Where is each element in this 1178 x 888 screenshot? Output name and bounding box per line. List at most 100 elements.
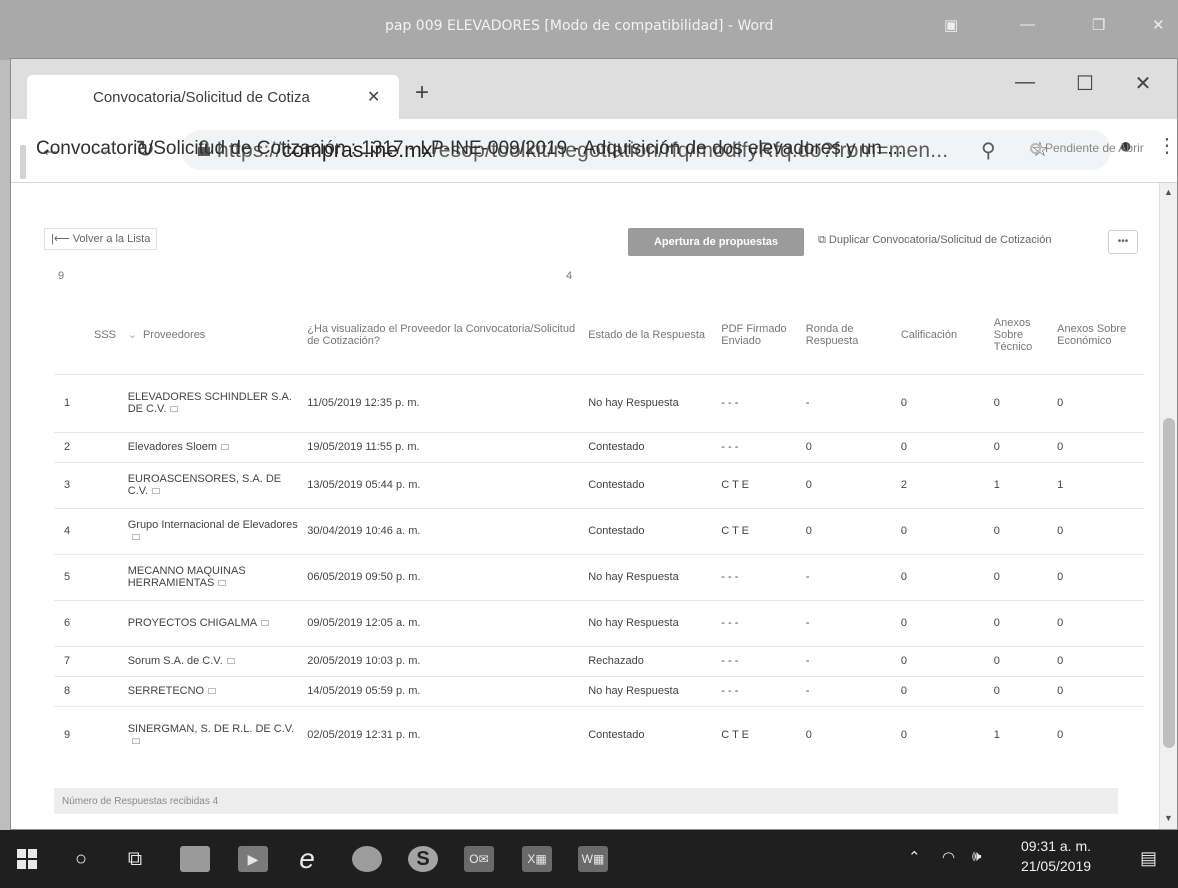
cell-estado: No hay Respuesta — [584, 373, 718, 432]
cell-proveedor[interactable]: EUROASCENSORES, S.A. DE C.V. — [123, 461, 304, 508]
scroll-down-icon[interactable]: ▼ — [1164, 813, 1173, 823]
file-explorer-icon[interactable] — [180, 846, 210, 872]
scroll-up-icon[interactable]: ▲ — [1164, 187, 1173, 197]
table-row[interactable]: 8 SERRETECNO 14/05/2019 05:59 p. m. No h… — [54, 675, 1144, 706]
browser-close-icon[interactable]: ✕ — [1123, 71, 1163, 96]
responses-footer: Número de Respuestas recibidas 4 — [54, 788, 1118, 814]
cell-calificacion: 0 — [896, 645, 990, 676]
external-link-icon[interactable] — [261, 620, 270, 626]
external-link-icon[interactable] — [221, 444, 229, 450]
word-minimize-icon[interactable]: — — [1020, 16, 1035, 33]
cortana-search-icon[interactable]: ○ — [66, 846, 96, 872]
word-close-icon[interactable]: ✕ — [1152, 16, 1165, 34]
browser-maximize-icon[interactable]: ☐ — [1065, 71, 1105, 96]
word-icon[interactable]: W▦ — [578, 846, 608, 872]
word-restore-icon[interactable]: ❐ — [1092, 16, 1105, 34]
browser-minimize-icon[interactable]: — — [1005, 71, 1045, 94]
external-link-icon[interactable] — [152, 488, 161, 494]
col-estado[interactable]: Estado de la Respuesta — [584, 296, 717, 374]
media-player-icon[interactable]: ▶ — [238, 846, 268, 872]
chrome-icon[interactable] — [352, 846, 382, 872]
supplier-link[interactable]: EUROASCENSORES, S.A. DE C.V. — [128, 473, 281, 497]
internet-explorer-icon[interactable]: e — [292, 845, 322, 873]
system-clock[interactable]: 09:31 a. m. 21/05/2019 — [1018, 836, 1094, 876]
cell-pdf: C T E — [717, 461, 802, 508]
col-visualizado[interactable]: ¿Ha visualizado el Proveedor la Convocat… — [303, 296, 584, 374]
cell-pdf: - - - — [717, 645, 802, 676]
skype-icon[interactable]: S — [408, 846, 438, 872]
cell-proveedor[interactable]: MECANNO MAQUINAS HERRAMIENTAS — [123, 553, 304, 600]
cell-proveedor[interactable]: ELEVADORES SCHINDLER S.A. DE C.V. — [123, 373, 304, 432]
external-link-icon[interactable] — [218, 580, 227, 586]
col-sss[interactable]: SSS — [54, 296, 124, 374]
more-options-button[interactable]: ••• — [1108, 230, 1138, 254]
supplier-link[interactable]: SERRETECNO — [128, 685, 204, 697]
notifications-icon[interactable]: ▤ — [1140, 848, 1157, 869]
new-tab-icon[interactable]: + — [415, 79, 429, 107]
wifi-icon[interactable]: ◠ — [942, 848, 955, 866]
table-row[interactable]: 7 Sorum S.A. de C.V. 20/05/2019 10:03 p.… — [54, 645, 1144, 676]
supplier-link[interactable]: Grupo Internacional de Elevadores — [128, 519, 298, 531]
pending-status-icon — [1030, 143, 1041, 154]
col-anexos-economico[interactable]: Anexos Sobre Económico — [1053, 296, 1144, 374]
volume-icon[interactable]: 🕪 — [972, 848, 981, 865]
external-link-icon[interactable] — [226, 658, 235, 664]
scrollbar-thumb[interactable] — [1163, 418, 1175, 748]
supplier-link[interactable]: Elevadores Sloem — [128, 441, 217, 453]
zoom-icon[interactable]: ⚲ — [981, 138, 996, 163]
table-row[interactable]: 9 SINERGMAN, S. DE R.L. DE C.V. 02/05/20… — [54, 705, 1144, 764]
cell-proveedor[interactable]: Sorum S.A. de C.V. — [123, 645, 304, 676]
cell-proveedor[interactable]: PROYECTOS CHIGALMA — [123, 599, 304, 646]
cell-ronda: 0 — [801, 431, 897, 462]
duplicate-link[interactable]: ⧉ Duplicar Convocatoria/Solicitud de Cot… — [818, 234, 1051, 247]
col-pdf[interactable]: PDF Firmado Enviado — [717, 296, 801, 374]
table-row[interactable]: 3 EUROASCENSORES, S.A. DE C.V. 13/05/201… — [54, 461, 1144, 508]
cell-proveedor[interactable]: Grupo Internacional de Elevadores — [123, 507, 304, 554]
duplicate-label: Duplicar Convocatoria/Solicitud de Cotiz… — [828, 234, 1052, 246]
tray-chevron-icon[interactable]: ⌃ — [908, 848, 921, 866]
outlook-icon[interactable]: O✉ — [464, 846, 494, 872]
table-row[interactable]: 4 Grupo Internacional de Elevadores 30/0… — [54, 507, 1144, 554]
back-to-list-link[interactable]: |⟵ Volver a la Lista — [44, 228, 158, 250]
supplier-link[interactable]: PROYECTOS CHIGALMA — [128, 617, 257, 629]
excel-icon[interactable]: X▦ — [522, 846, 552, 872]
col-proveedores[interactable]: ⌄ Proveedores — [124, 296, 304, 374]
table-row[interactable]: 2 Elevadores Sloem 19/05/2019 11:55 p. m… — [54, 431, 1144, 462]
cell-tecnico: 1 — [989, 705, 1054, 764]
browser-tab[interactable]: Convocatoria/Solicitud de Cotiza ✕ — [27, 75, 399, 119]
external-link-icon[interactable] — [170, 406, 179, 412]
col-ronda[interactable]: Ronda de Respuesta — [802, 296, 897, 374]
cell-pdf: C T E — [717, 507, 802, 554]
cell-tecnico: 0 — [989, 675, 1054, 706]
col-calificacion[interactable]: Calificación — [897, 296, 990, 374]
open-proposals-button[interactable]: Apertura de propuestas — [628, 228, 804, 256]
col-anexos-tecnico[interactable]: Anexos Sobre Técnico — [990, 296, 1053, 374]
cell-proveedor[interactable]: SINERGMAN, S. DE R.L. DE C.V. — [123, 705, 304, 764]
tab-close-icon[interactable]: ✕ — [367, 87, 380, 107]
cell-proveedor[interactable]: Elevadores Sloem — [123, 431, 304, 462]
cell-fecha: 19/05/2019 11:55 p. m. — [303, 431, 585, 462]
supplier-link[interactable]: ELEVADORES SCHINDLER S.A. DE C.V. — [128, 391, 292, 415]
supplier-link[interactable]: Sorum S.A. de C.V. — [128, 655, 223, 667]
cell-ronda: 0 — [801, 507, 897, 554]
external-link-icon[interactable] — [131, 738, 140, 745]
supplier-link[interactable]: MECANNO MAQUINAS HERRAMIENTAS — [128, 565, 246, 589]
external-link-icon[interactable] — [208, 688, 217, 694]
windows-start-icon[interactable] — [12, 846, 42, 872]
table-row[interactable]: 1 ELEVADORES SCHINDLER S.A. DE C.V. 11/0… — [54, 373, 1144, 432]
page-scrollbar[interactable]: ▲ ▼ — [1159, 183, 1177, 829]
ribbon-display-icon[interactable]: ▣ — [944, 16, 958, 34]
cell-calificacion: 0 — [896, 705, 990, 764]
cell-estado: Contestado — [584, 507, 718, 554]
table-row[interactable]: 5 MECANNO MAQUINAS HERRAMIENTAS 06/05/20… — [54, 553, 1144, 600]
suppliers-table: SSS ⌄ Proveedores ¿Ha visualizado el Prov… — [54, 296, 1144, 764]
task-view-icon[interactable]: ⧉ — [120, 846, 150, 872]
menu-kebab-icon[interactable]: ⋮ — [1157, 133, 1177, 158]
cell-number: 4 — [54, 507, 124, 554]
supplier-link[interactable]: SINERGMAN, S. DE R.L. DE C.V. — [128, 723, 294, 735]
external-link-icon[interactable] — [131, 534, 140, 540]
side-drawer-handle[interactable] — [20, 145, 26, 179]
word-title-bar: pap 009 ELEVADORES [Modo de compatibilid… — [0, 0, 1178, 60]
table-row[interactable]: 6 PROYECTOS CHIGALMA 09/05/2019 12:05 a.… — [54, 599, 1144, 646]
cell-proveedor[interactable]: SERRETECNO — [123, 675, 304, 706]
